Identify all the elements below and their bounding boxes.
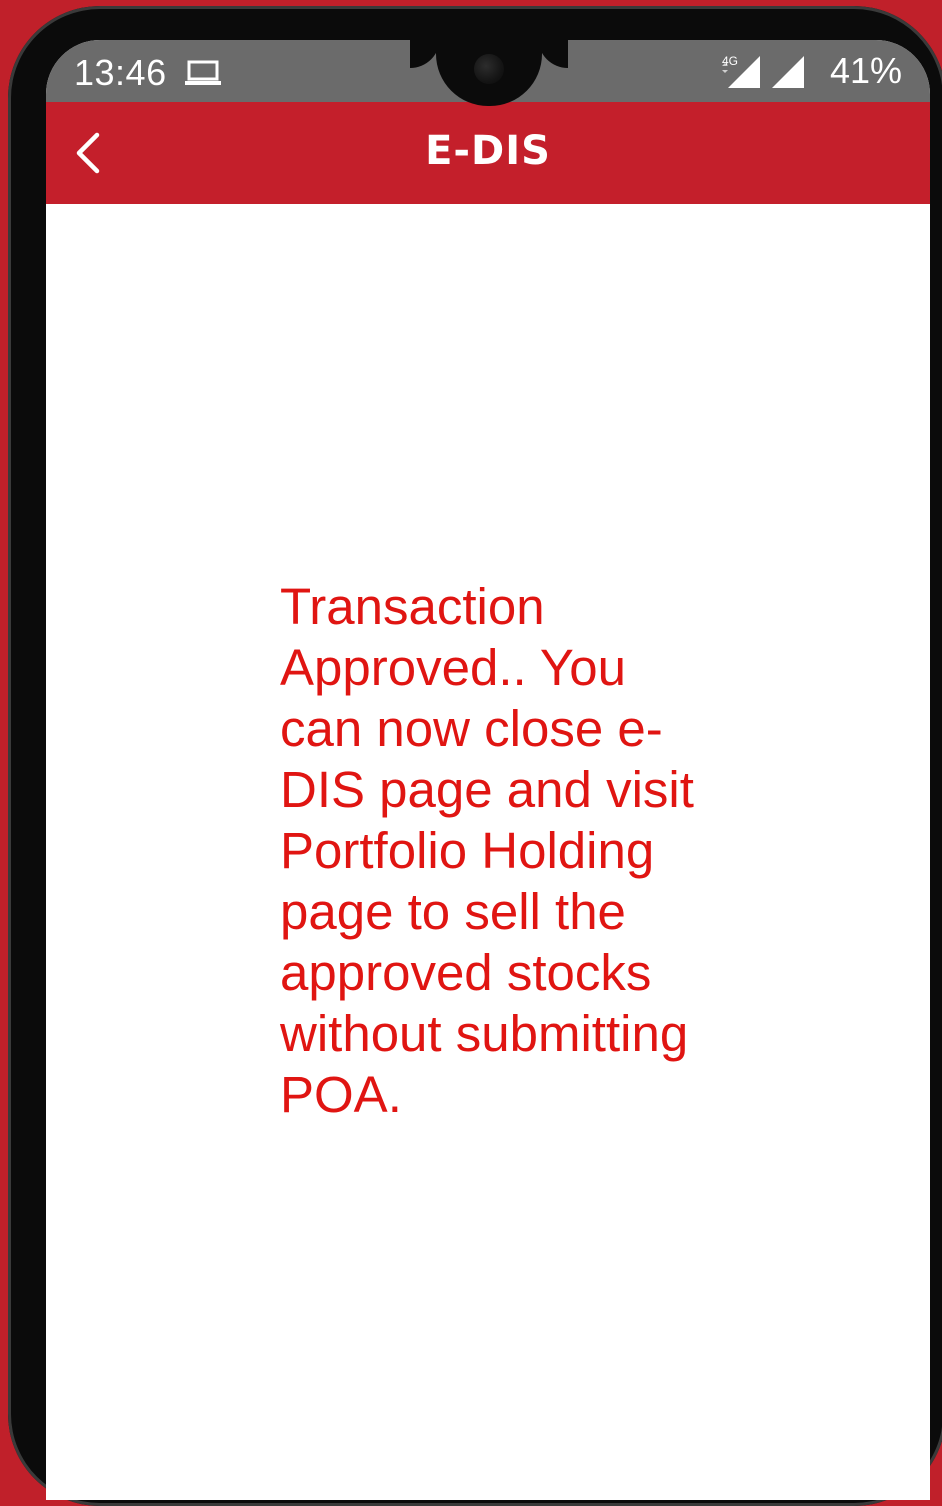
status-time: 13:46 xyxy=(74,52,167,93)
status-left: 13:46 xyxy=(74,52,221,94)
front-camera-icon xyxy=(474,54,504,84)
webview-content: Transaction Approved.. You can now close… xyxy=(46,204,930,1500)
app-header: E-DIS xyxy=(46,102,930,204)
phone-screen: 13:46 4G 41% E-DIS Transaction Approved.… xyxy=(46,40,930,1500)
status-right: 4G 41% xyxy=(718,50,902,92)
laptop-icon xyxy=(184,58,221,88)
page-title: E-DIS xyxy=(425,128,551,174)
phone-frame: 13:46 4G 41% E-DIS Transaction Approved.… xyxy=(8,6,942,1506)
network-type-label: 4G xyxy=(721,54,738,68)
approval-message: Transaction Approved.. You can now close… xyxy=(280,578,694,1123)
signal-4g-icon: 4G xyxy=(718,54,760,88)
battery-percentage: 41% xyxy=(829,50,902,91)
signal-icon xyxy=(770,54,812,88)
